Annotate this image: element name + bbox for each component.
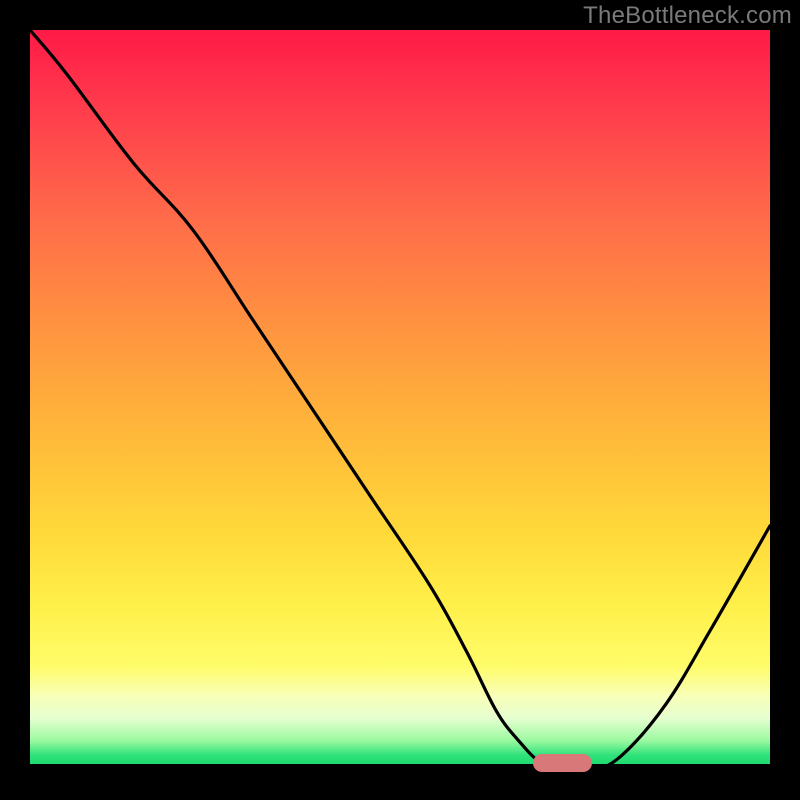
watermark-label: TheBottleneck.com (583, 2, 792, 30)
curve-path (30, 30, 770, 770)
plot-area (30, 30, 770, 770)
optimum-marker (533, 754, 592, 772)
chart-frame: TheBottleneck.com (0, 0, 800, 800)
bottleneck-curve (30, 30, 770, 770)
